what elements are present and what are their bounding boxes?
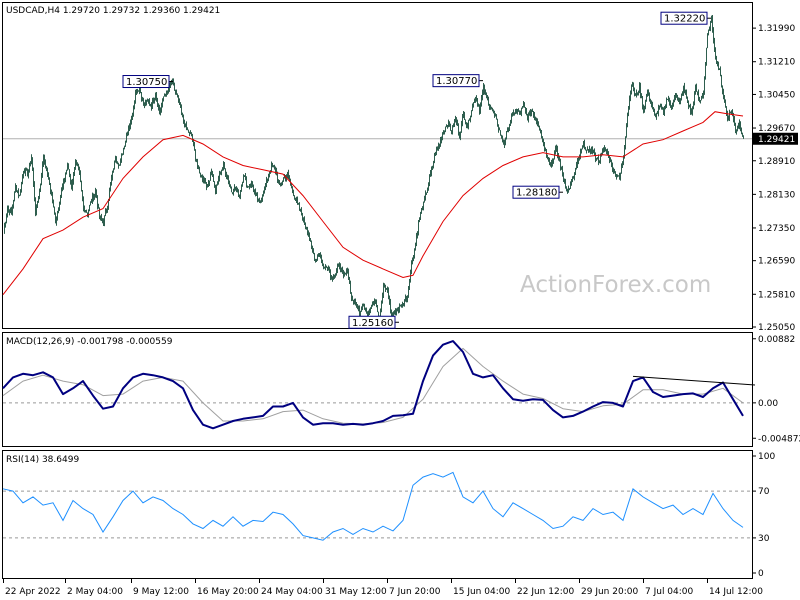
price-annotation-label: 1.32220	[664, 14, 705, 25]
price-tick-label: 1.28910	[758, 157, 795, 167]
main-panel-header: USDCAD,H4 1.29720 1.29732 1.29360 1.2942…	[6, 6, 220, 16]
price-tick-label: 1.31210	[758, 58, 795, 68]
time-axis: 22 Apr 2022 2 May 04:00 9 May 12:00 16 May …	[3, 579, 763, 597]
price-tick-label: 1.25050	[758, 323, 795, 333]
time-tick-label: 24 May 04:00	[261, 587, 323, 597]
time-tick-label: 9 May 12:00	[133, 587, 189, 597]
rsi-panel-header: RSI(14) 38.6499	[6, 455, 79, 465]
rsi-tick-label: 0	[758, 569, 764, 579]
last-price-label: 1.29421	[758, 135, 795, 145]
macd-tick-label: -0.004872	[758, 434, 800, 444]
time-tick-label: 15 Jun 04:00	[453, 587, 510, 597]
price-tick-label: 1.25810	[758, 290, 795, 300]
price-tick-label: 1.26590	[758, 257, 795, 267]
rsi-panel-frame	[2, 450, 753, 579]
macd-panel-frame	[2, 332, 753, 447]
price-annotation-label: 1.28180	[516, 188, 557, 199]
macd-panel-header: MACD(12,26,9) -0.001798 -0.000559	[6, 337, 173, 347]
price-tick-label: 1.31990	[758, 24, 795, 34]
time-tick-label: 7 Jul 04:00	[645, 587, 694, 597]
rsi-tick-label: 100	[758, 452, 775, 462]
macd-tick-label: 0.00882	[758, 335, 795, 345]
price-annotation-label: 1.25160	[352, 318, 393, 329]
price-tick-label: 1.29670	[758, 124, 795, 134]
price-annotation-label: 1.30750	[126, 77, 167, 88]
macd-tick-label: 0.00	[758, 399, 778, 409]
time-tick-label: 22 Apr 2022	[5, 587, 61, 597]
time-tick-label: 16 May 20:00	[197, 587, 259, 597]
time-tick-label: 2 May 04:00	[67, 587, 123, 597]
rsi-tick-label: 70	[758, 487, 770, 497]
time-tick-label: 22 Jun 12:00	[517, 587, 574, 597]
chart-canvas: ActionForex.com USDCAD,H4 1.29720 1.2973…	[2, 2, 800, 597]
watermark: ActionForex.com	[520, 272, 711, 298]
rsi-tick-label: 30	[758, 534, 770, 544]
time-tick-label: 29 Jun 20:00	[581, 587, 638, 597]
time-tick-label: 7 Jun 20:00	[389, 587, 441, 597]
price-tick-label: 1.28130	[758, 190, 795, 200]
price-tick-label: 1.30450	[758, 90, 795, 100]
time-tick-label: 31 May 12:00	[325, 587, 387, 597]
price-annotation-label: 1.30770	[436, 76, 477, 87]
price-tick-label: 1.27350	[758, 224, 795, 234]
time-tick-label: 14 Jul 12:00	[709, 587, 763, 597]
